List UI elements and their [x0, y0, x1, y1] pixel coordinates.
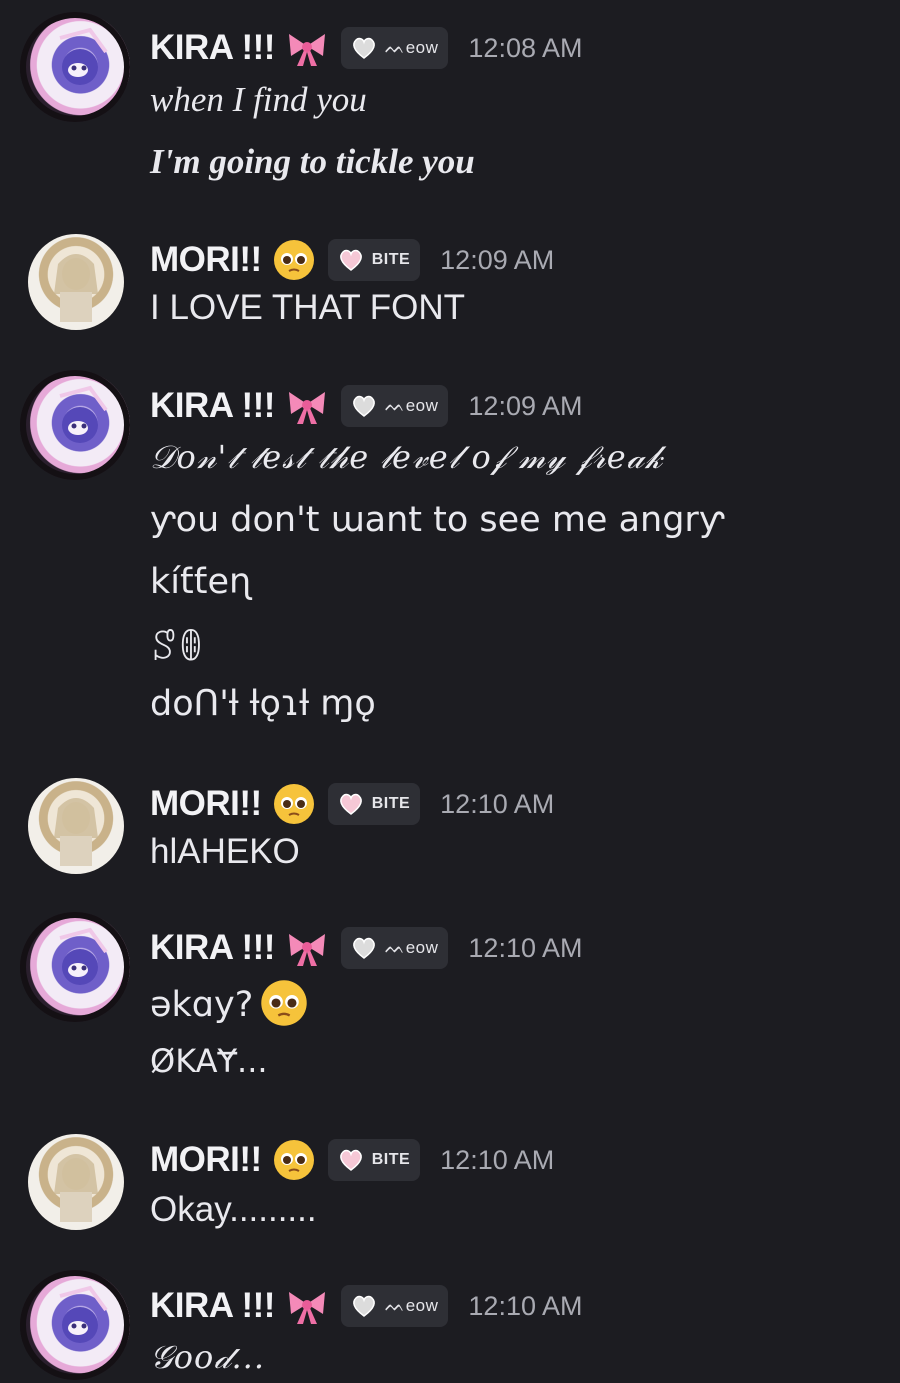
pleading-face-emoji [273, 784, 314, 824]
message-text: ƴou don't ɯant to see me angrƴ [150, 500, 725, 540]
timestamp: 12:10 AM [468, 932, 583, 963]
message-text: I LOVE THAT FONT [150, 288, 466, 327]
tag-label: ᨓeow [384, 938, 439, 957]
message-header: MORI!! BITE 12:10 AM [150, 1138, 554, 1182]
role-tag[interactable]: ᨓeow [340, 385, 449, 427]
avatar[interactable] [28, 234, 124, 330]
gray-heart-icon [353, 37, 375, 59]
tag-label: ᨓeow [384, 1296, 439, 1315]
pink-heart-icon [339, 1149, 362, 1171]
bow-emoji [288, 34, 325, 66]
username[interactable]: MORI!! [150, 240, 262, 280]
avatar[interactable] [20, 1270, 130, 1380]
pleading-face-emoji [273, 240, 314, 280]
username[interactable]: KIRA !!! [150, 28, 275, 68]
role-tag[interactable]: ᨓeow [340, 27, 449, 69]
avatar[interactable] [28, 778, 124, 874]
role-tag[interactable]: BITE [327, 783, 421, 825]
timestamp: 12:10 AM [468, 1290, 583, 1321]
timestamp: 12:08 AM [468, 32, 583, 63]
message-header: KIRA !!! ᨓeow 12:10 AM [150, 1284, 582, 1328]
message-text: I'm going to tickle you [150, 142, 475, 181]
timestamp: 12:09 AM [440, 244, 555, 275]
message-text: kíƭƭeɳ [150, 562, 252, 602]
username[interactable]: KIRA !!! [150, 1286, 275, 1326]
timestamp: 12:10 AM [440, 1144, 555, 1175]
username[interactable]: KIRA !!! [150, 386, 275, 426]
tag-label: BITE [371, 795, 411, 812]
gray-heart-icon [353, 937, 375, 959]
pink-heart-icon [339, 249, 362, 271]
message-header: MORI!! BITE 12:09 AM [150, 238, 554, 282]
pleading-face-emoji [273, 1140, 314, 1180]
gray-heart-icon [353, 1295, 375, 1317]
username[interactable]: MORI!! [150, 1140, 262, 1180]
message-text: ØKAɎ... [150, 1042, 268, 1080]
bow-emoji [288, 392, 325, 424]
message-text: dᴏᑎ'ƚ ƚǫɿƚ ɱǫ [150, 684, 376, 724]
avatar[interactable] [20, 370, 130, 480]
tag-label: ᨓeow [384, 38, 439, 57]
username[interactable]: MORI!! [150, 784, 262, 824]
message-text: ꑄꂦ [150, 629, 205, 669]
bow-emoji [288, 934, 325, 966]
message-header: MORI!! BITE 12:10 AM [150, 782, 554, 826]
role-tag[interactable]: BITE [327, 1139, 421, 1181]
tag-label: BITE [371, 1151, 411, 1168]
message-header: KIRA !!! ᨓeow 12:10 AM [150, 926, 582, 970]
message-text-content: ǝkɑy? [150, 985, 254, 1025]
message-text: ǝkɑy? [150, 978, 309, 1028]
username[interactable]: KIRA !!! [150, 928, 275, 968]
avatar[interactable] [28, 1134, 124, 1230]
timestamp: 12:09 AM [468, 390, 583, 421]
message-header: KIRA !!! ᨓeow 12:08 AM [150, 26, 582, 70]
avatar[interactable] [20, 12, 130, 122]
avatar[interactable] [20, 912, 130, 1022]
gray-heart-icon [353, 395, 375, 417]
pink-heart-icon [339, 793, 362, 815]
role-tag[interactable]: BITE [327, 239, 421, 281]
message-text: 𝒟𝑜𝓃'𝓉 𝓉𝑒𝓈𝓉 𝓉𝒽𝑒 𝓁𝑒𝓋𝑒𝓁 𝑜𝒻 𝓂𝓎 𝒻𝓇𝑒𝒶𝓀 [150, 438, 664, 476]
timestamp: 12:10 AM [440, 788, 555, 819]
role-tag[interactable]: ᨓeow [340, 1285, 449, 1327]
pleading-face-emoji [261, 980, 308, 1026]
message-header: KIRA !!! ᨓeow 12:09 AM [150, 384, 582, 428]
role-tag[interactable]: ᨓeow [340, 927, 449, 969]
message-text: 𝒢𝑜𝑜𝒹... [150, 1338, 265, 1376]
bow-emoji [288, 1292, 325, 1324]
message-text: hlAHEKO [150, 832, 300, 871]
message-text: when I find you [150, 80, 367, 119]
tag-label: ᨓeow [384, 396, 439, 415]
message-text: Okay......... [150, 1190, 317, 1229]
tag-label: BITE [371, 251, 411, 268]
